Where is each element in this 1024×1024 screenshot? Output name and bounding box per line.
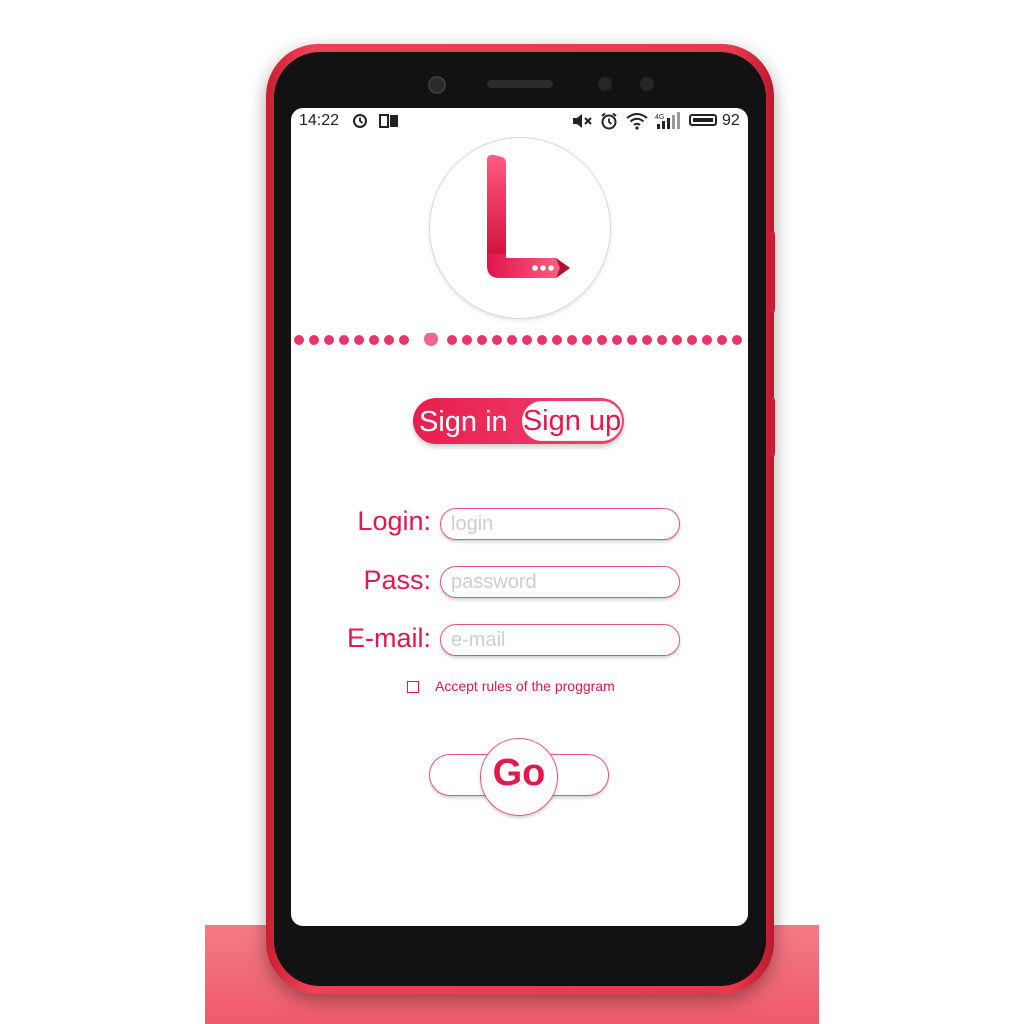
dotted-divider: [294, 333, 742, 346]
signal-icon: 4G: [655, 112, 680, 129]
battery-percent: 92: [722, 112, 740, 129]
email-input[interactable]: [440, 624, 680, 656]
power-button: [770, 398, 775, 456]
status-bar: 14:22 4G 92: [291, 108, 748, 134]
svg-text:4G: 4G: [655, 114, 664, 121]
auth-mode-toggle[interactable]: Sign in Sign up: [413, 398, 624, 444]
logo-l-arrow-icon: [487, 154, 570, 278]
status-time: 14:22: [299, 112, 340, 129]
battery-icon: [689, 114, 717, 126]
light-sensor: [640, 77, 654, 91]
sim-card-icon: [379, 114, 398, 128]
alarm-icon: [601, 112, 617, 130]
accept-rules-label[interactable]: Accept rules of the proggram: [435, 678, 615, 694]
alarm-clock-icon: [353, 114, 367, 128]
sign-in-tab[interactable]: Sign in: [419, 406, 508, 439]
mute-icon: [573, 114, 592, 128]
pass-label: Pass:: [363, 565, 431, 595]
app-logo: [430, 138, 610, 318]
login-input[interactable]: [440, 508, 680, 540]
login-label: Login:: [357, 506, 431, 536]
phone-screen: 14:22 4G 92 Sign in Sign up Login: login…: [291, 108, 748, 926]
email-label: E-mail:: [346, 623, 431, 653]
password-input[interactable]: [440, 566, 680, 598]
go-button[interactable]: Go: [429, 738, 613, 818]
wifi-icon: [626, 113, 648, 130]
go-button-label[interactable]: Go: [480, 752, 558, 795]
proximity-sensor: [598, 77, 612, 91]
accept-rules-checkbox[interactable]: [407, 681, 419, 693]
earpiece-speaker: [487, 80, 553, 88]
volume-button: [770, 232, 775, 312]
sign-up-tab[interactable]: Sign up: [522, 401, 622, 441]
front-camera: [428, 76, 446, 94]
